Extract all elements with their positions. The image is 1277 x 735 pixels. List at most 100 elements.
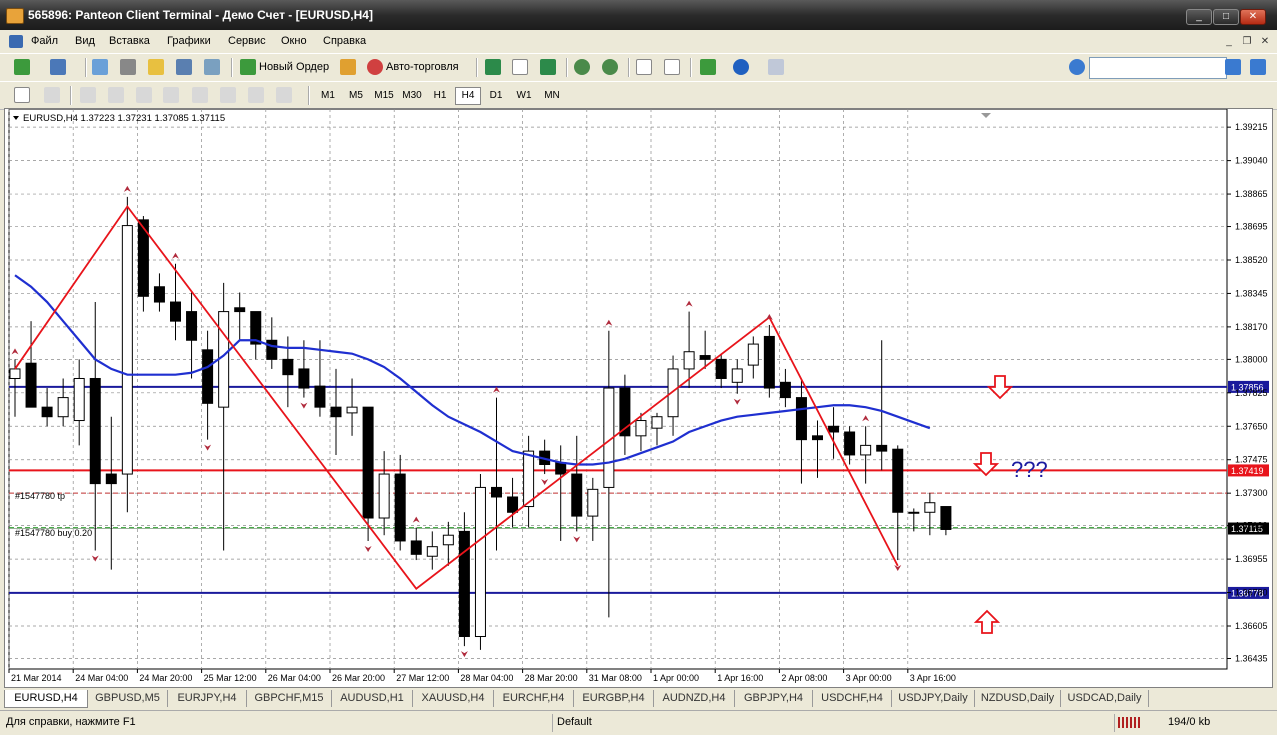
tab-usdcad-daily[interactable]: USDCAD,Daily	[1061, 690, 1149, 707]
chart-menu-triangle-icon[interactable]	[13, 116, 19, 120]
price-tick-label: 1.38345	[1235, 288, 1268, 298]
tester-button[interactable]	[204, 57, 220, 77]
candle-body	[924, 502, 936, 513]
timeframe-d1[interactable]: D1	[483, 87, 509, 105]
timeframe-h4[interactable]: H4	[455, 87, 481, 105]
new-chart-button[interactable]	[14, 57, 30, 77]
maximize-button[interactable]: □	[1213, 9, 1239, 25]
tab-xauusd-h4[interactable]: XAUUSD,H4	[413, 690, 494, 707]
toolbar-separator	[628, 58, 630, 77]
horizontal-line-button[interactable]	[108, 85, 124, 105]
fibonacci-icon	[192, 87, 208, 103]
search-button[interactable]	[1225, 57, 1241, 77]
auto-trading-button[interactable]: Авто-торговля	[367, 57, 459, 77]
toolbar-separator	[566, 58, 568, 77]
time-tick-label: 28 Mar 20:00	[525, 673, 578, 683]
timeframe-m15[interactable]: M15	[371, 87, 397, 105]
settings-button[interactable]	[1069, 57, 1085, 77]
search-input[interactable]	[1089, 57, 1227, 79]
menu-view[interactable]: Вид	[75, 35, 95, 47]
meta-editor-button[interactable]	[340, 57, 356, 77]
terminal-button[interactable]	[176, 57, 192, 77]
timeframe-m5[interactable]: M5	[343, 87, 369, 105]
close-button[interactable]: ✕	[1240, 9, 1266, 25]
timeframe-w1[interactable]: W1	[511, 87, 537, 105]
horizontal-line-icon	[108, 87, 124, 103]
candle-body	[892, 448, 904, 513]
chart-shift-button[interactable]	[664, 57, 680, 77]
tab-usdjpy-daily[interactable]: USDJPY,Daily	[892, 690, 975, 707]
price-tick-label: 1.39215	[1235, 122, 1268, 132]
tab-nzdusd-daily[interactable]: NZDUSD,Daily	[975, 690, 1061, 707]
vertical-line-button[interactable]	[80, 85, 96, 105]
menu-insert[interactable]: Вставка	[109, 35, 150, 47]
menu-help[interactable]: Справка	[323, 35, 366, 47]
tab-gbpusd-m5[interactable]: GBPUSD,M5	[88, 690, 168, 707]
tab-usdchf-h4[interactable]: USDCHF,H4	[813, 690, 892, 707]
label-button[interactable]	[248, 85, 264, 105]
zoom-out-icon	[602, 59, 618, 75]
navigator-button[interactable]	[148, 57, 164, 77]
data-window-button[interactable]	[120, 57, 136, 77]
timeframe-m30[interactable]: M30	[399, 87, 425, 105]
channel-icon	[163, 87, 179, 103]
text-button[interactable]	[220, 85, 236, 105]
profiles-button[interactable]	[50, 57, 66, 77]
fractal-down-marker	[91, 555, 99, 562]
star-icon	[148, 59, 164, 75]
trendline-button[interactable]	[136, 85, 152, 105]
toolbar-separator	[308, 86, 310, 105]
timeframe-h1[interactable]: H1	[427, 87, 453, 105]
document-icon	[9, 35, 23, 48]
fractal-up-marker	[862, 415, 870, 422]
tab-eurchf-h4[interactable]: EURCHF,H4	[494, 690, 574, 707]
menu-charts[interactable]: Графики	[167, 35, 211, 47]
zoom-out-button[interactable]	[602, 57, 618, 77]
time-tick-label: 26 Mar 20:00	[332, 673, 385, 683]
fibonacci-button[interactable]	[192, 85, 208, 105]
crosshair-button[interactable]	[44, 85, 60, 105]
candle-body	[442, 534, 454, 546]
new-order-button[interactable]: Новый Ордер	[240, 57, 329, 77]
indicators-button[interactable]	[700, 57, 716, 77]
time-tick-label: 25 Mar 12:00	[204, 673, 257, 683]
candle-chart-button[interactable]	[512, 57, 528, 77]
mdi-close-button[interactable]: ✕	[1258, 35, 1272, 48]
chart-window[interactable]: 1.37856 1.37419 1.36778 1.37115 1.39215 1.39…	[4, 108, 1273, 688]
tab-gbpjpy-h4[interactable]: GBPJPY,H4	[735, 690, 813, 707]
mdi-restore-button[interactable]: ❐	[1240, 35, 1254, 48]
candle-body	[491, 486, 502, 498]
status-help: Для справки, нажмите F1	[6, 716, 136, 728]
candle-body	[876, 444, 888, 452]
equidistant-channel-button[interactable]	[163, 85, 179, 105]
moving-average-line	[14, 274, 931, 466]
cursor-button[interactable]	[14, 85, 30, 105]
tab-eurusd-h4[interactable]: EURUSD,H4	[4, 690, 88, 708]
price-chart[interactable]: 1.378561.374191.367781.37115 1.39215 1.39…	[5, 109, 1272, 687]
templates-button[interactable]	[768, 57, 784, 77]
tab-eurgbp-h4[interactable]: EURGBP,H4	[574, 690, 654, 707]
auto-trading-icon	[367, 59, 383, 75]
tab-eurjpy-h4[interactable]: EURJPY,H4	[168, 690, 247, 707]
autoscroll-button[interactable]	[636, 57, 652, 77]
arrows-button[interactable]	[276, 85, 292, 105]
symbol-header: EURUSD,H4 1.37223 1.37231 1.37085 1.3711…	[23, 113, 225, 124]
zoom-in-button[interactable]	[574, 57, 590, 77]
periods-button[interactable]	[733, 57, 749, 77]
minimize-button[interactable]: _	[1186, 9, 1212, 25]
menu-window[interactable]: Окно	[281, 35, 307, 47]
tab-audnzd-h4[interactable]: AUDNZD,H4	[654, 690, 735, 707]
candle-body	[507, 496, 519, 513]
menu-file[interactable]: Файл	[31, 35, 58, 47]
market-watch-button[interactable]	[92, 57, 108, 77]
mdi-minimize-button[interactable]: _	[1222, 35, 1236, 48]
tab-audusd-h1[interactable]: AUDUSD,H1	[332, 690, 413, 707]
line-chart-button[interactable]	[540, 57, 556, 77]
candle-body	[9, 368, 21, 379]
timeframe-mn[interactable]: MN	[539, 87, 565, 105]
bar-chart-button[interactable]	[485, 57, 501, 77]
community-button[interactable]	[1250, 57, 1266, 77]
timeframe-m1[interactable]: M1	[315, 87, 341, 105]
menu-tools[interactable]: Сервис	[228, 35, 266, 47]
tab-gbpchf-m15[interactable]: GBPCHF,M15	[247, 690, 332, 707]
